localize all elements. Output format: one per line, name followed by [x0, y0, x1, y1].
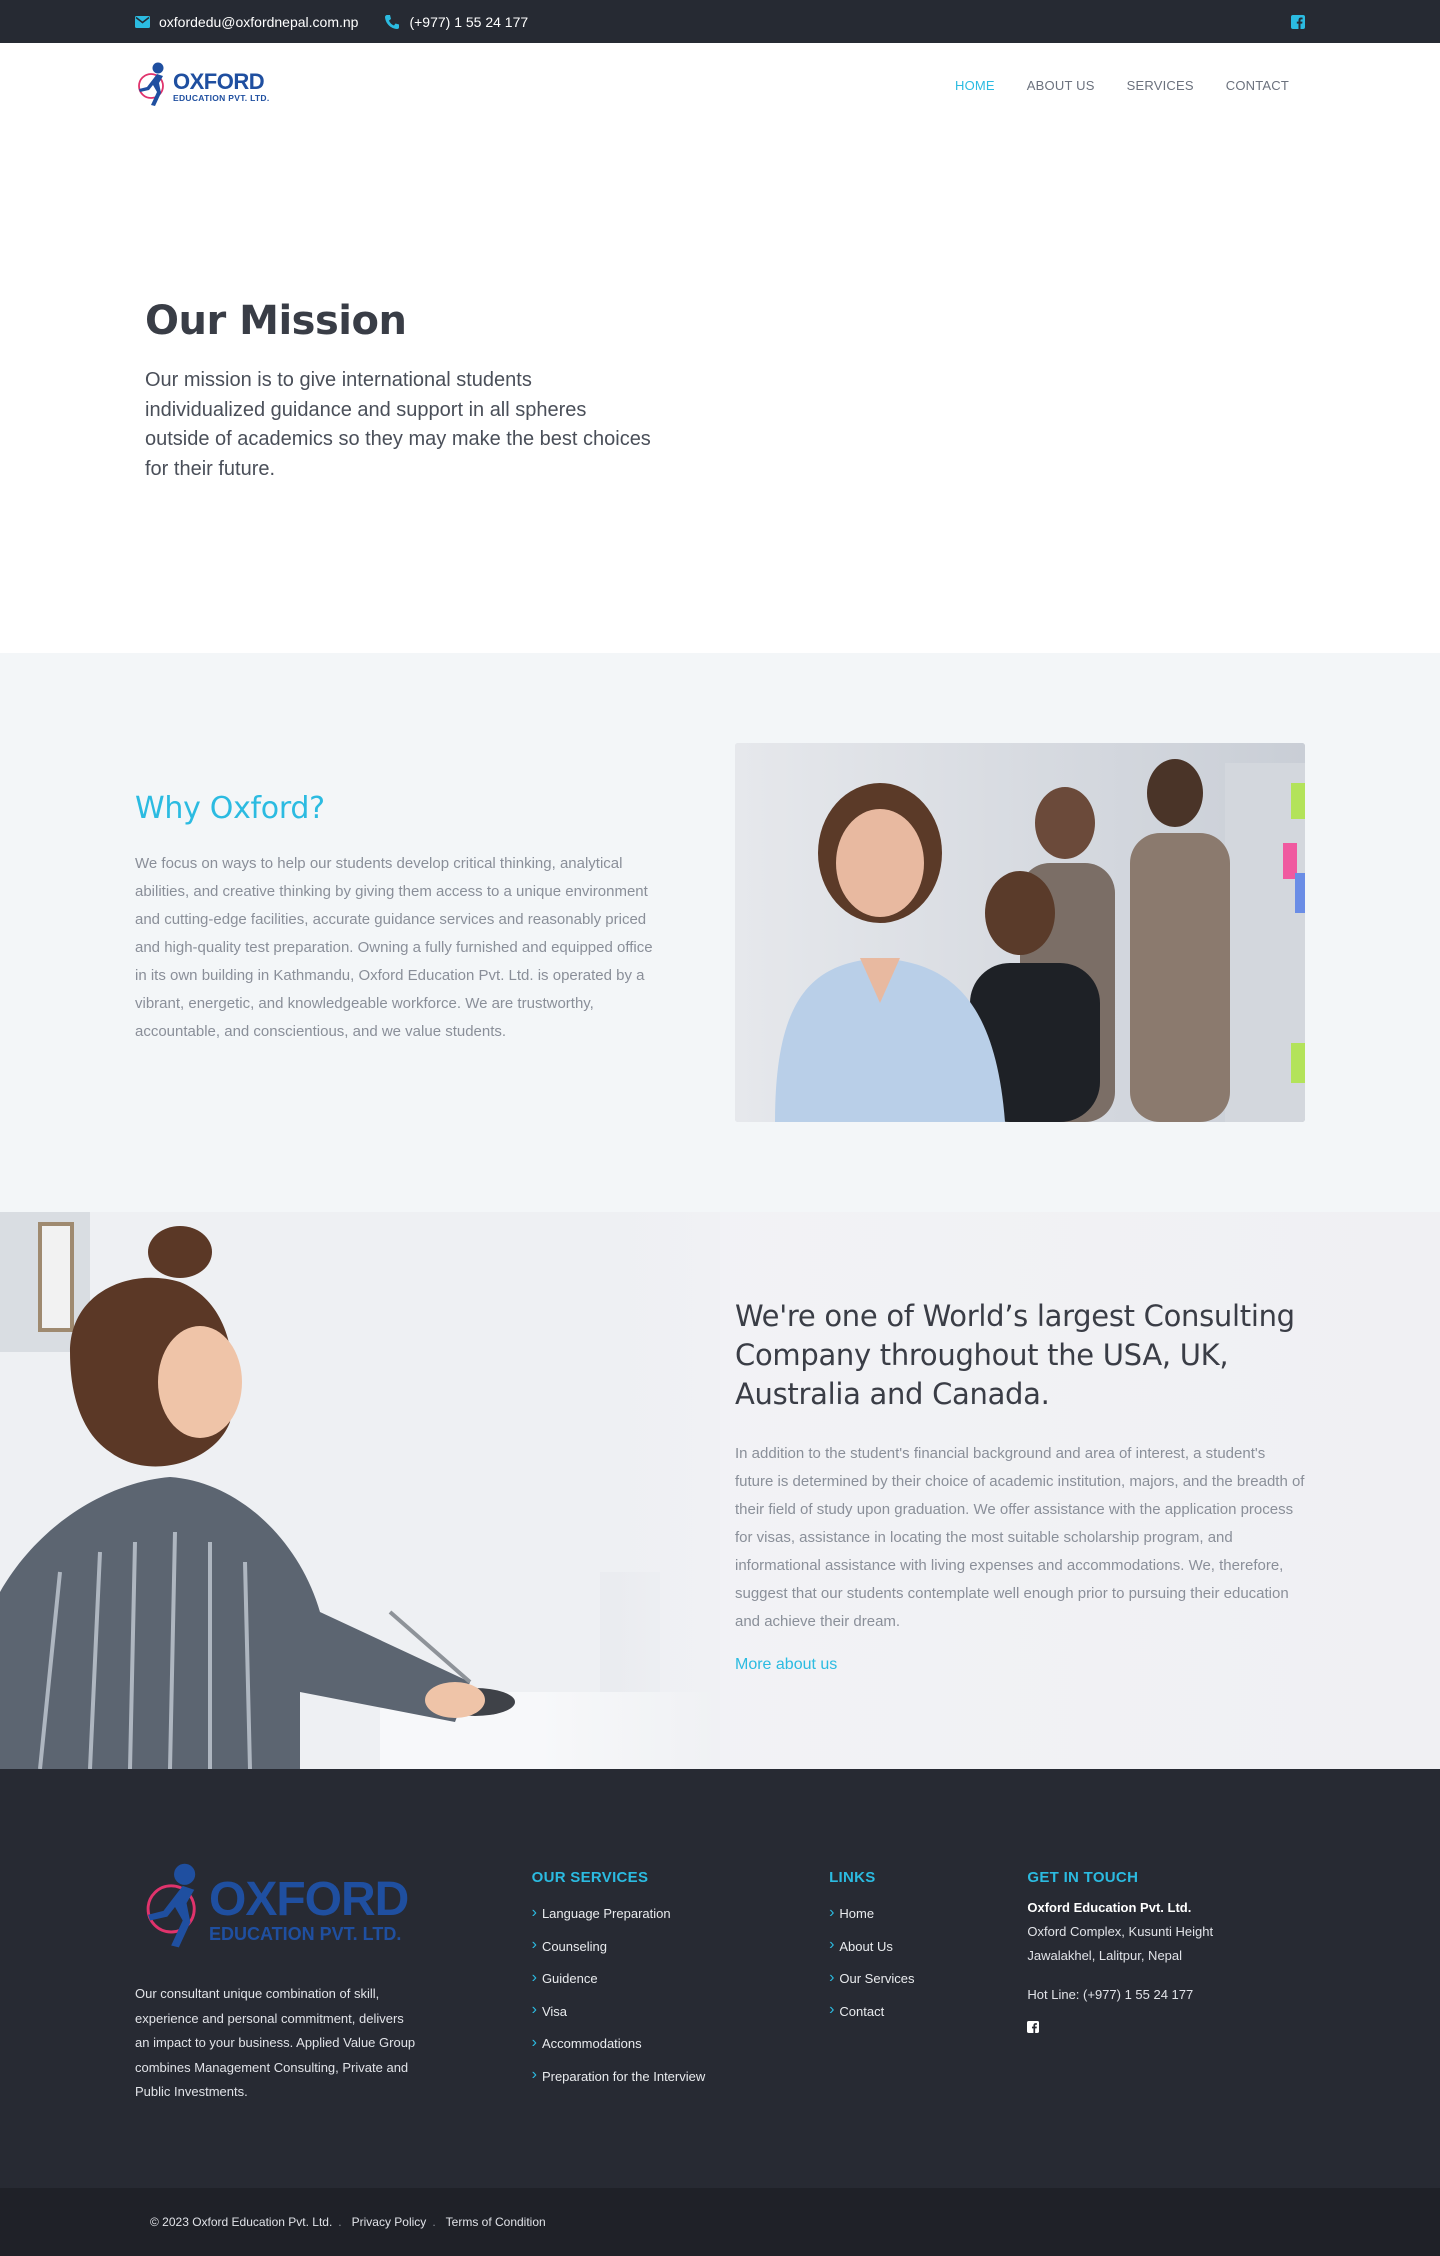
footer-service-item[interactable]: › Visa — [532, 1996, 829, 2029]
footer-links-title: LINKS — [829, 1869, 876, 1886]
footer-company-name: Oxford Education Pvt. Ltd. — [1027, 1900, 1192, 1915]
chevron-right-icon: › — [531, 1968, 537, 1986]
chevron-right-icon: › — [829, 1903, 835, 1921]
footer-service-item[interactable]: › Language Preparation — [532, 1898, 829, 1931]
copyright-text: © 2023 Oxford Education Pvt. Ltd. — [150, 2215, 333, 2229]
footer-logo-title: OXFORD — [209, 1873, 409, 1926]
footer-logo-subtitle: EDUCATION PVT. LTD. — [209, 1924, 402, 1944]
logo-subtitle: EDUCATION PVT. LTD. — [173, 93, 270, 104]
footer-service-item[interactable]: › Counseling — [532, 1931, 829, 1964]
chevron-right-icon: › — [531, 1903, 537, 1921]
top-email-text: oxfordedu@oxfordnepal.com.np — [159, 13, 359, 30]
footer-link-item[interactable]: › About Us — [829, 1931, 1027, 1964]
footer-links: LINKS › Home › About Us › Our Services › Con… — [829, 1857, 1027, 2105]
top-bar: oxfordedu@oxfordnepal.com.np (+977) 1 55… — [0, 0, 1440, 43]
nav-services[interactable]: SERVICES — [1127, 78, 1194, 93]
why-title: Why Oxford? — [135, 791, 325, 826]
footer-logo[interactable]: OXFORD EDUCATION PVT. LTD. — [135, 1857, 532, 1962]
consulting-title: We're one of World’s largest Consulting … — [735, 1299, 1295, 1411]
mission-text: Our mission is to give international stu… — [145, 369, 651, 480]
footer-contact-title: GET IN TOUCH — [1027, 1869, 1139, 1886]
footer-hotline: Hot Line: (+977) 1 55 24 177 — [1027, 1987, 1194, 2002]
footer-contact: GET IN TOUCH Oxford Education Pvt. Ltd. … — [1027, 1857, 1305, 2105]
mission-section: Our Mission Our mission is to give inter… — [0, 131, 1440, 653]
footer-service-item[interactable]: › Guidence — [532, 1963, 829, 1996]
nav-about-us[interactable]: ABOUT US — [1027, 78, 1095, 93]
footer-service-item[interactable]: › Accommodations — [532, 2028, 829, 2061]
chevron-right-icon: › — [531, 2066, 537, 2083]
team-photo — [735, 743, 1305, 1122]
why-oxford-section: Why Oxford? We focus on ways to help our… — [0, 653, 1440, 1212]
phone-icon — [384, 14, 400, 30]
separator: . — [432, 2215, 436, 2229]
consulting-section: We're one of World’s largest Consulting … — [0, 1212, 1440, 1769]
nav-contact[interactable]: CONTACT — [1226, 78, 1289, 93]
footer-services: OUR SERVICES › Language Preparation › Coun… — [532, 1857, 829, 2105]
logo-title: OXFORD — [173, 69, 265, 95]
chevron-right-icon: › — [531, 2033, 537, 2051]
footer-link-item[interactable]: › Contact — [829, 1996, 1027, 2029]
privacy-policy-link[interactable]: Privacy Policy — [352, 2215, 427, 2229]
footer-service-item[interactable]: › Preparation for the Interview — [532, 2061, 829, 2094]
chevron-right-icon: › — [531, 1936, 537, 1953]
terms-link[interactable]: Terms of Condition — [446, 2215, 546, 2229]
site-logo[interactable]: OXFORD EDUCATION PVT. LTD. — [135, 59, 270, 116]
facebook-icon[interactable] — [1291, 14, 1305, 29]
footer-about: OXFORD EDUCATION PVT. LTD. Our consultan… — [135, 1857, 532, 2105]
bottom-bar: © 2023 Oxford Education Pvt. Ltd. . Priv… — [0, 2188, 1440, 2256]
main-nav: HOME ABOUT US SERVICES CONTACT — [955, 78, 1289, 93]
more-about-us-link[interactable]: More about us — [735, 1656, 837, 1673]
footer-about-text: Our consultant unique combination of ski… — [135, 1986, 416, 2099]
footer-link-item[interactable]: › Home — [829, 1898, 1027, 1931]
footer-services-title: OUR SERVICES — [531, 1869, 649, 1886]
separator: . — [338, 2215, 342, 2229]
facebook-icon[interactable] — [1027, 2020, 1040, 2037]
why-text: We focus on ways to help our students de… — [135, 855, 653, 1040]
top-phone-text: (+977) 1 55 24 177 — [409, 13, 529, 30]
top-contact-info: oxfordedu@oxfordnepal.com.np (+977) 1 55… — [135, 14, 528, 30]
consultant-photo — [0, 1212, 720, 1769]
chevron-right-icon: › — [829, 1936, 835, 1953]
chevron-right-icon: › — [829, 1968, 835, 1986]
site-header: OXFORD EDUCATION PVT. LTD. HOME ABOUT US… — [0, 43, 1440, 131]
site-footer: OXFORD EDUCATION PVT. LTD. Our consultan… — [0, 1769, 1440, 2188]
logo-wordmark: OXFORD EDUCATION PVT. LTD. — [173, 71, 270, 103]
envelope-icon — [135, 15, 150, 28]
chevron-right-icon: › — [829, 2001, 835, 2018]
mission-title: Our Mission — [145, 298, 407, 344]
footer-link-item[interactable]: › Our Services — [829, 1963, 1027, 1996]
footer-address-line2: Jawalakhel, Lalitpur, Nepal — [1027, 1948, 1183, 1963]
top-email[interactable]: oxfordedu@oxfordnepal.com.np — [135, 14, 358, 30]
logo-mark-icon — [135, 1857, 215, 1962]
nav-home[interactable]: HOME — [955, 78, 995, 93]
footer-address-line1: Oxford Complex, Kusunti Height — [1027, 1924, 1214, 1939]
chevron-right-icon: › — [531, 2001, 537, 2018]
logo-mark-icon — [135, 59, 171, 116]
consulting-text: In addition to the student's financial b… — [735, 1445, 1305, 1630]
top-phone[interactable]: (+977) 1 55 24 177 — [384, 14, 528, 30]
